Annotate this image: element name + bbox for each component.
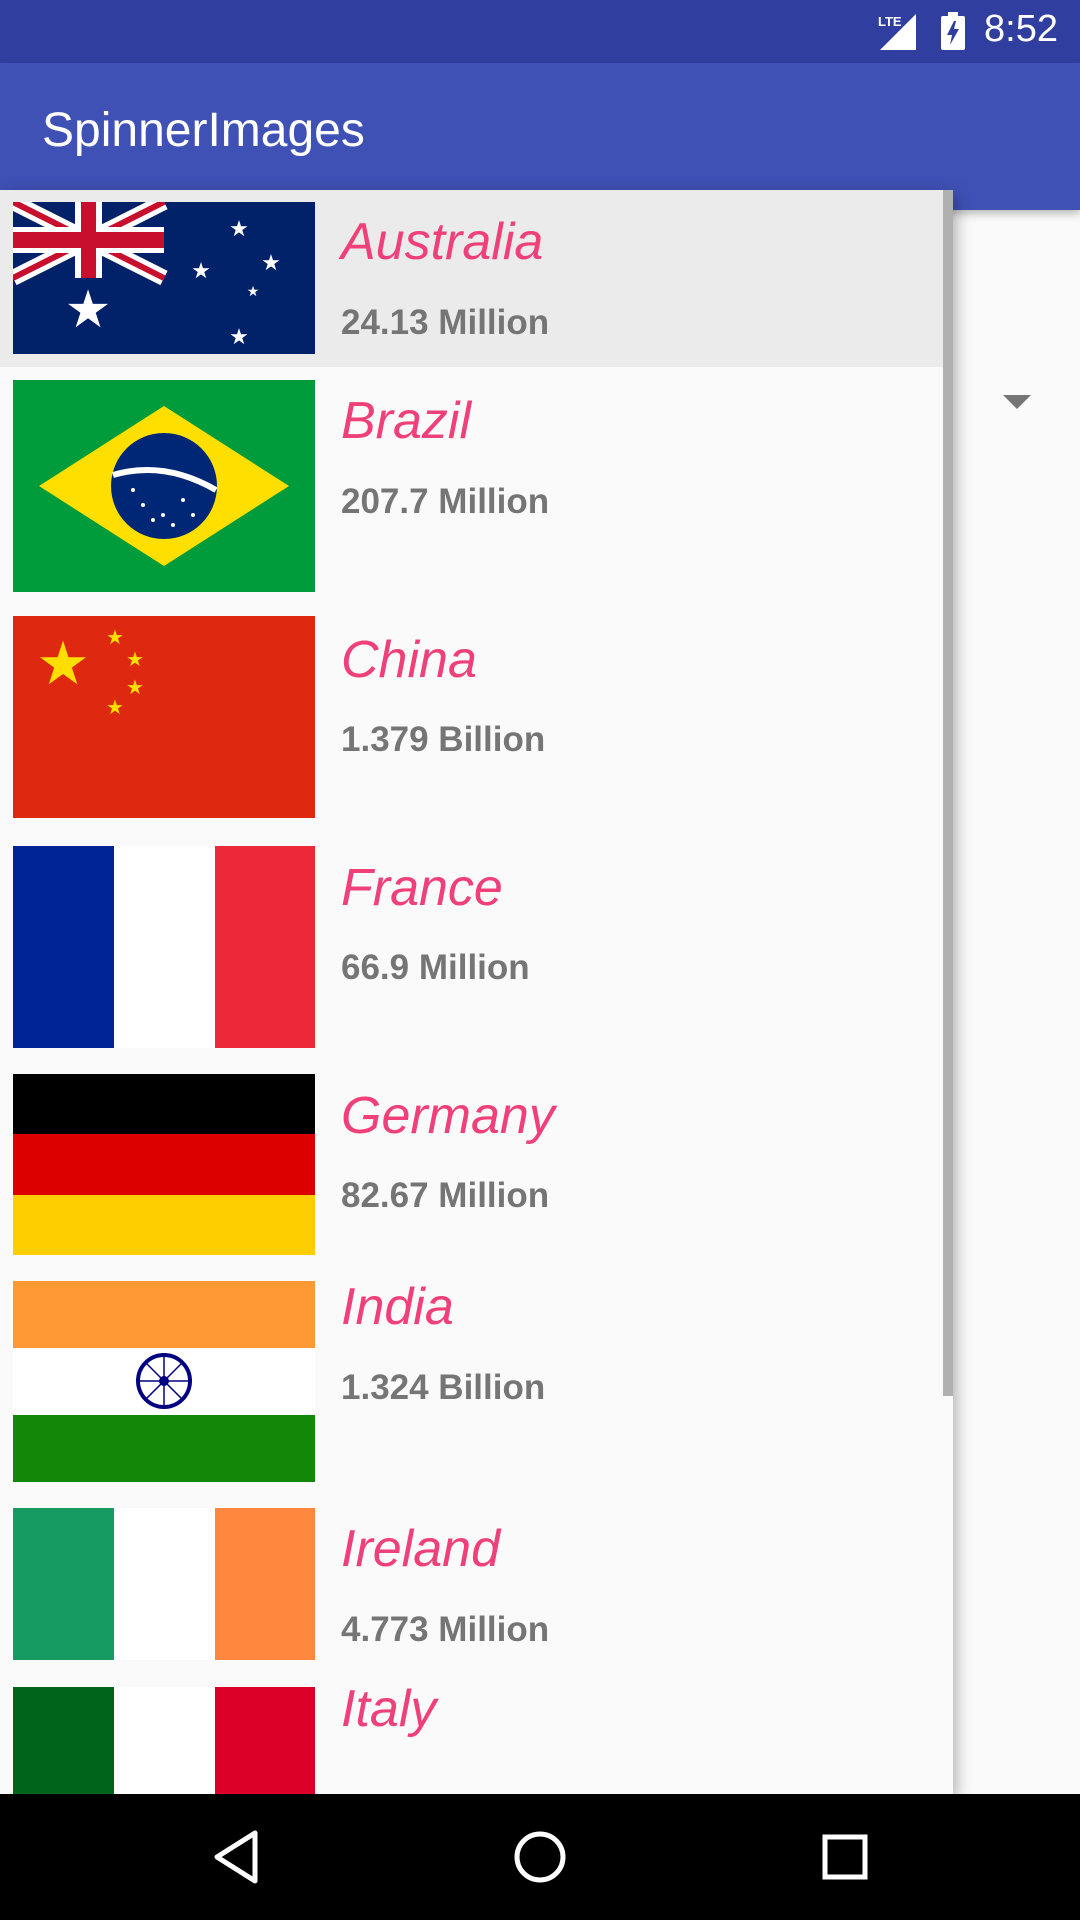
china-flag-icon: ★ ★ ★ ★ ★	[13, 616, 315, 818]
svg-text:★: ★	[126, 675, 144, 699]
dropdown-item-china[interactable]: ★ ★ ★ ★ ★ China 1.379 Billion	[0, 600, 953, 828]
country-name: Ireland	[341, 1520, 500, 1578]
svg-text:★: ★	[229, 325, 249, 350]
svg-text:★: ★	[191, 259, 211, 284]
dropdown-scrollbar[interactable]	[943, 190, 953, 1396]
spinner-dropdown: ★ ★ ★ ★ ★ ★ Australia 24.13 Million Braz…	[0, 190, 953, 1794]
status-bar: LTE 8:52	[0, 0, 1080, 63]
svg-text:★: ★	[247, 284, 260, 300]
france-flag-icon	[13, 846, 315, 1048]
svg-text:★: ★	[65, 280, 112, 340]
india-flag-icon	[13, 1281, 315, 1482]
country-name: Brazil	[341, 392, 472, 450]
dropdown-item-australia[interactable]: ★ ★ ★ ★ ★ ★ Australia 24.13 Million	[0, 190, 953, 367]
country-population: 24.13 Million	[341, 303, 550, 342]
app-bar: SpinnerImages	[0, 63, 1080, 210]
country-name: China	[341, 631, 477, 689]
country-name: Australia	[341, 213, 544, 271]
country-population: 1.324 Billion	[341, 1368, 546, 1407]
home-icon[interactable]	[510, 1827, 570, 1891]
svg-text:★: ★	[126, 647, 144, 671]
dropdown-item-italy[interactable]: Italy	[0, 1669, 953, 1794]
australia-flag-icon: ★ ★ ★ ★ ★ ★	[13, 202, 315, 354]
battery-charging-icon	[940, 12, 966, 56]
country-name: Germany	[341, 1087, 555, 1145]
app-title: SpinnerImages	[42, 104, 365, 157]
dropdown-item-germany[interactable]: Germany 82.67 Million	[0, 1056, 953, 1263]
svg-text:★: ★	[106, 695, 124, 719]
dropdown-item-brazil[interactable]: Brazil 207.7 Million	[0, 367, 953, 600]
svg-text:★: ★	[261, 251, 281, 276]
country-name: Italy	[341, 1680, 437, 1738]
navigation-bar	[0, 1794, 1080, 1920]
germany-flag-icon	[13, 1074, 315, 1255]
country-name: India	[341, 1278, 454, 1336]
dropdown-item-france[interactable]: France 66.9 Million	[0, 828, 953, 1056]
country-population: 1.379 Billion	[341, 720, 546, 759]
dropdown-item-india[interactable]: India 1.324 Billion	[0, 1263, 953, 1491]
country-name: France	[341, 859, 503, 917]
country-population: 4.773 Million	[341, 1610, 550, 1649]
clock: 8:52	[984, 8, 1058, 50]
dropdown-item-ireland[interactable]: Ireland 4.773 Million	[0, 1491, 953, 1669]
ireland-flag-icon	[13, 1508, 315, 1660]
svg-text:★: ★	[36, 629, 90, 699]
back-icon[interactable]	[209, 1827, 265, 1891]
lte-signal-icon: LTE	[878, 12, 918, 56]
dropdown-arrow-icon[interactable]	[1003, 395, 1031, 415]
country-population: 66.9 Million	[341, 948, 530, 987]
italy-flag-icon	[13, 1687, 315, 1794]
svg-text:LTE: LTE	[878, 14, 902, 29]
svg-text:★: ★	[229, 217, 249, 242]
country-population: 207.7 Million	[341, 482, 550, 521]
brazil-flag-icon	[13, 380, 315, 592]
recents-icon[interactable]	[815, 1827, 875, 1891]
country-population: 82.67 Million	[341, 1176, 550, 1215]
svg-text:★: ★	[106, 625, 124, 649]
